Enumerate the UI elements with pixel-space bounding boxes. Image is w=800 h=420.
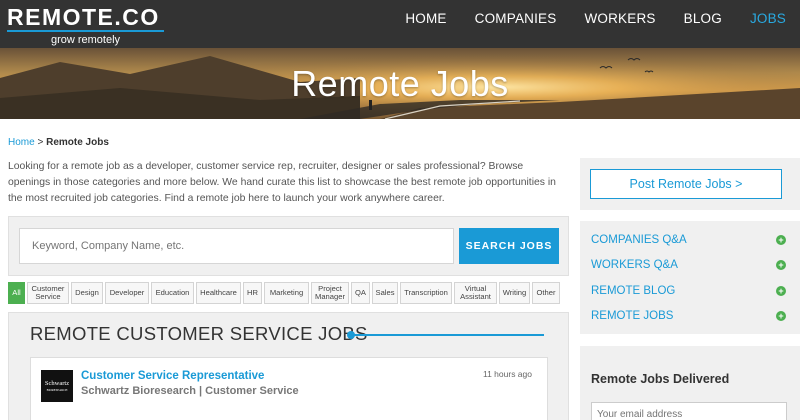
- category-project-manager[interactable]: Project Manager: [311, 282, 349, 304]
- plus-icon: +: [776, 260, 786, 270]
- category-hr[interactable]: HR: [243, 282, 262, 304]
- main-nav: HOME COMPANIES WORKERS BLOG JOBS: [391, 0, 800, 48]
- post-remote-jobs-button[interactable]: Post Remote Jobs >: [590, 169, 782, 199]
- sidebar-link-label: REMOTE BLOG: [591, 285, 676, 297]
- plus-icon: +: [776, 311, 786, 321]
- breadcrumb: Home > Remote Jobs: [8, 137, 109, 148]
- category-education[interactable]: Education: [151, 282, 194, 304]
- category-all[interactable]: All: [8, 282, 25, 304]
- jobs-section: REMOTE CUSTOMER SERVICE JOBS Schwartz BI…: [8, 312, 569, 420]
- sidebar-link-label: COMPANIES Q&A: [591, 234, 687, 246]
- search-jobs-button[interactable]: SEARCH JOBS: [459, 228, 559, 264]
- breadcrumb-home-link[interactable]: Home: [8, 137, 35, 148]
- hero-banner: Remote Jobs: [0, 48, 800, 119]
- post-jobs-panel: Post Remote Jobs >: [580, 158, 800, 210]
- sidebar-link-label: REMOTE JOBS: [591, 310, 674, 322]
- jobs-delivered-panel: Remote Jobs Delivered: [580, 346, 800, 420]
- category-filter: All Customer Service Design Developer Ed…: [8, 282, 562, 304]
- plus-icon: +: [776, 286, 786, 296]
- email-input[interactable]: [591, 402, 787, 420]
- nav-companies[interactable]: COMPANIES: [461, 0, 571, 48]
- category-design[interactable]: Design: [71, 282, 103, 304]
- search-panel: SEARCH JOBS: [8, 216, 569, 276]
- category-virtual-assistant[interactable]: Virtual Assistant: [454, 282, 497, 304]
- category-developer[interactable]: Developer: [105, 282, 149, 304]
- search-input[interactable]: [19, 228, 454, 264]
- breadcrumb-current: Remote Jobs: [46, 137, 109, 148]
- category-healthcare[interactable]: Healthcare: [196, 282, 241, 304]
- nav-workers[interactable]: WORKERS: [570, 0, 669, 48]
- nav-blog[interactable]: BLOG: [670, 0, 736, 48]
- category-qa[interactable]: QA: [351, 282, 370, 304]
- logo-title: REMOTE.CO: [7, 4, 160, 30]
- sidebar-links: COMPANIES Q&A + WORKERS Q&A + REMOTE BLO…: [580, 221, 800, 334]
- category-customer-service[interactable]: Customer Service: [27, 282, 69, 304]
- job-listing-card[interactable]: Schwartz BIORESEARCH Customer Service Re…: [30, 357, 548, 420]
- company-logo: Schwartz BIORESEARCH: [41, 370, 73, 402]
- jobs-delivered-title: Remote Jobs Delivered: [591, 372, 730, 386]
- nav-home[interactable]: HOME: [391, 0, 460, 48]
- breadcrumb-separator: >: [34, 137, 47, 148]
- sidebar-link-remote-jobs[interactable]: REMOTE JOBS +: [591, 310, 786, 322]
- intro-text: Looking for a remote job as a developer,…: [8, 161, 556, 204]
- hero-title: Remote Jobs: [291, 63, 509, 104]
- company-logo-subtext: BIORESEARCH: [46, 388, 68, 392]
- category-marketing[interactable]: Marketing: [264, 282, 309, 304]
- job-title-link[interactable]: Customer Service Representative: [81, 370, 264, 382]
- site-header: REMOTE.CO grow remotely HOME COMPANIES W…: [0, 0, 800, 48]
- sidebar-link-companies-qa[interactable]: COMPANIES Q&A +: [591, 234, 786, 246]
- job-company-category: Schwartz Bioresearch | Customer Service: [81, 385, 299, 397]
- category-other[interactable]: Other: [532, 282, 560, 304]
- nav-jobs[interactable]: JOBS: [736, 0, 800, 48]
- heading-divider: [347, 331, 544, 339]
- plus-icon: +: [776, 235, 786, 245]
- logo-tagline: grow remotely: [50, 34, 121, 46]
- jobs-section-heading: REMOTE CUSTOMER SERVICE JOBS: [30, 323, 368, 344]
- sidebar-link-workers-qa[interactable]: WORKERS Q&A +: [591, 259, 786, 271]
- sidebar-link-label: WORKERS Q&A: [591, 259, 678, 271]
- job-posted-time: 11 hours ago: [483, 369, 532, 379]
- category-sales[interactable]: Sales: [372, 282, 398, 304]
- category-writing[interactable]: Writing: [499, 282, 530, 304]
- sidebar-link-remote-blog[interactable]: REMOTE BLOG +: [591, 285, 786, 297]
- site-logo[interactable]: REMOTE.CO grow remotely: [7, 5, 167, 46]
- company-logo-text: Schwartz: [44, 380, 70, 387]
- logo-underline: [7, 30, 164, 32]
- category-transcription[interactable]: Transcription: [400, 282, 452, 304]
